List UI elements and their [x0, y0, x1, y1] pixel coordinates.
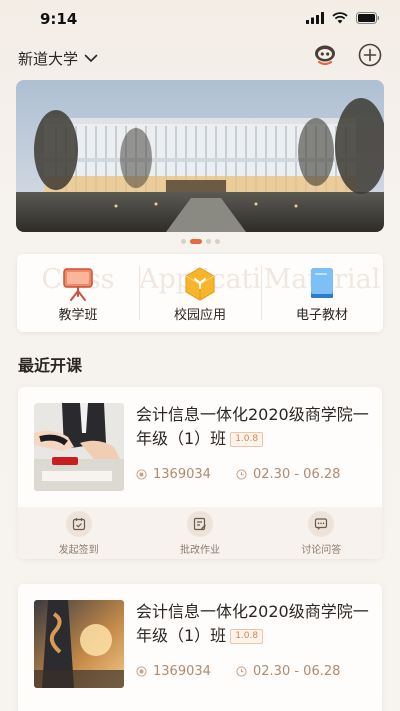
- quick-nav-label: 教学班: [58, 308, 98, 323]
- chat-bubble-icon: [315, 517, 328, 530]
- add-button[interactable]: [357, 42, 383, 68]
- chevron-down-icon: [84, 54, 98, 63]
- course-title: 会计信息一体化2020级商学院一年级（1）班 1.0.8: [136, 600, 372, 648]
- course-dates-text: 02.30 - 06.28: [253, 467, 341, 482]
- carousel-dot-active[interactable]: [189, 239, 202, 244]
- campus-building-image: [16, 80, 384, 232]
- carousel-indicator: [0, 239, 400, 244]
- school-name: 新道大学: [18, 50, 79, 68]
- quick-nav-e-textbook[interactable]: Material 电子教材: [261, 254, 383, 332]
- course-code-text: 1369034: [153, 664, 211, 679]
- course-dates-text: 02.30 - 06.28: [253, 664, 341, 679]
- version-badge: 1.0.8: [230, 432, 264, 447]
- robot-assistant-button[interactable]: [312, 42, 338, 68]
- course-dates: 02.30 - 06.28: [236, 467, 340, 482]
- calendar-check-icon: [72, 517, 85, 530]
- school-switcher[interactable]: 新道大学: [18, 48, 98, 69]
- carousel-dot[interactable]: [205, 239, 211, 244]
- course-card[interactable]: 会计信息一体化2020级商学院一年级（1）班 1.0.8 1369034 02.3…: [18, 584, 382, 711]
- course-code-text: 1369034: [153, 467, 211, 482]
- battery-icon: [356, 12, 380, 24]
- id-badge-icon: [136, 469, 147, 480]
- robot-assistant-icon: [315, 45, 335, 66]
- clock-icon: [236, 469, 247, 480]
- action-label: 批改作业: [179, 544, 220, 556]
- carousel-dot[interactable]: [180, 239, 186, 244]
- course-code: 1369034: [136, 664, 211, 679]
- action-label: 讨论问答: [301, 544, 342, 556]
- clock-icon: [236, 666, 247, 677]
- id-badge-icon: [136, 666, 147, 677]
- discussion-qa-button[interactable]: 讨论问答: [261, 507, 382, 559]
- campus-banner[interactable]: [16, 80, 384, 232]
- quick-nav-label: 校园应用: [173, 308, 226, 323]
- course-thumbnail: [34, 403, 124, 491]
- quick-nav: Class 教学班 Application 校园应用 Material 电子教材: [17, 254, 383, 332]
- presentation-board-icon: [63, 268, 93, 301]
- course-dates: 02.30 - 06.28: [236, 664, 340, 679]
- grade-homework-button[interactable]: 批改作业: [139, 507, 260, 559]
- course-actions: 发起签到 批改作业 讨论问答: [18, 507, 382, 559]
- wifi-icon: [332, 12, 348, 24]
- course-card[interactable]: 会计信息一体化2020级商学院一年级（1）班 1.0.8 1369034 02.3…: [18, 387, 382, 559]
- plus-circle-icon: [358, 43, 382, 67]
- signal-icon: [306, 12, 324, 24]
- status-time: 9:14: [40, 10, 78, 28]
- status-bar: 9:14: [0, 0, 400, 36]
- course-title: 会计信息一体化2020级商学院一年级（1）班 1.0.8: [136, 403, 372, 451]
- carousel-dot[interactable]: [214, 239, 220, 244]
- check-in-button[interactable]: 发起签到: [18, 507, 139, 559]
- cube-app-icon: [185, 267, 215, 301]
- top-header: 新道大学: [0, 42, 400, 76]
- course-thumbnail: [34, 600, 124, 688]
- status-icons: [306, 12, 380, 24]
- quick-nav-label: 电子教材: [295, 308, 348, 323]
- edit-document-icon: [193, 517, 206, 530]
- book-icon: [311, 268, 333, 298]
- quick-nav-class[interactable]: Class 教学班: [17, 254, 139, 332]
- version-badge: 1.0.8: [230, 629, 264, 644]
- section-title: 最近开课: [18, 356, 83, 375]
- action-label: 发起签到: [58, 544, 99, 556]
- quick-nav-campus-apps[interactable]: Application 校园应用: [139, 254, 261, 332]
- course-code: 1369034: [136, 467, 211, 482]
